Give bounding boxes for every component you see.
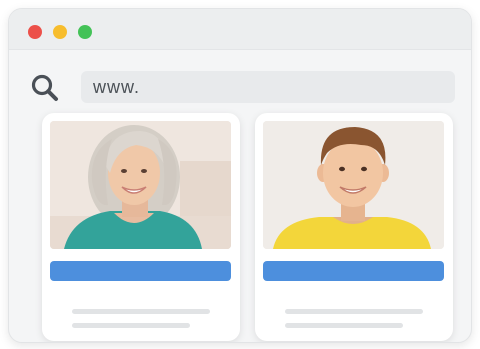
- card-action-button[interactable]: [263, 261, 444, 281]
- search-icon[interactable]: [30, 73, 60, 103]
- woman-avatar-photo: [50, 121, 231, 249]
- text-placeholder-line: [285, 323, 403, 328]
- title-bar: [9, 9, 471, 50]
- profile-card: [255, 113, 453, 341]
- address-bar[interactable]: www.: [81, 71, 455, 103]
- browser-toolbar: www.: [9, 50, 471, 120]
- maximize-window-button[interactable]: [78, 25, 92, 39]
- boy-avatar-photo: [263, 121, 444, 249]
- text-placeholder-line: [72, 309, 210, 314]
- close-window-button[interactable]: [28, 25, 42, 39]
- text-placeholder-line: [285, 309, 423, 314]
- profile-card: [42, 113, 240, 341]
- text-placeholder-line: [72, 323, 190, 328]
- minimize-window-button[interactable]: [53, 25, 67, 39]
- card-action-button[interactable]: [50, 261, 231, 281]
- browser-window: www.: [8, 8, 472, 343]
